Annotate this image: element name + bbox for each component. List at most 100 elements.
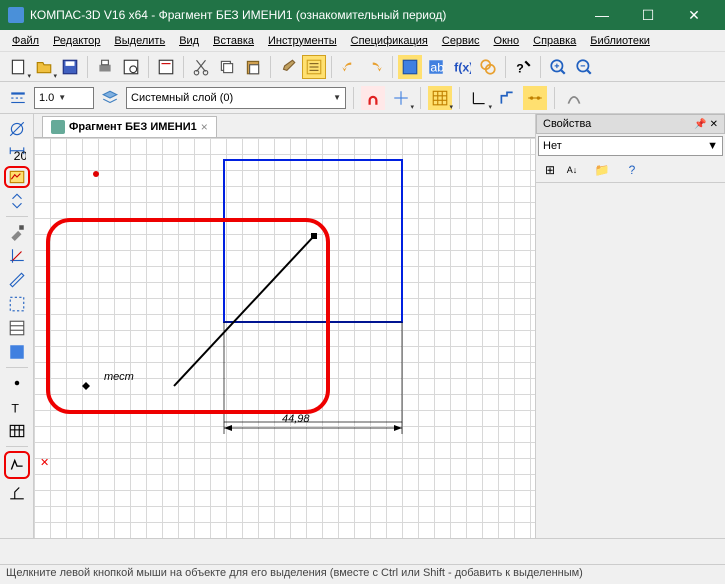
menu-insert[interactable]: Вставка (207, 33, 260, 49)
minimize-button[interactable]: — (579, 0, 625, 30)
notes-button[interactable] (302, 55, 326, 79)
maximize-button[interactable]: ☐ (625, 0, 671, 30)
doc-tab-label: Фрагмент БЕЗ ИМЕНИ1 (69, 121, 197, 133)
doc-tab-close[interactable]: × (201, 120, 208, 134)
secondary-toolbar: 1.0 ▼ Системный слой (0) ▼ ▾ ▾ ▾ (0, 82, 725, 114)
tool-edit[interactable] (4, 190, 30, 212)
zoomout-button[interactable] (572, 55, 596, 79)
snap-settings-button[interactable]: ▾ (389, 86, 413, 110)
panel-toolbar: ⊞ A↓ 📁 ? (536, 158, 725, 183)
svg-text:?: ? (516, 61, 524, 75)
drawing-canvas[interactable]: тест 44,98 ✕ (34, 138, 535, 538)
close-button[interactable]: ✕ (671, 0, 717, 30)
tool-params[interactable] (4, 245, 30, 267)
tool-select[interactable] (4, 293, 30, 315)
drawing-content: тест 44,98 ✕ (34, 138, 534, 538)
document-tabs: Фрагмент БЕЗ ИМЕНИ1 × (34, 114, 535, 138)
menu-window[interactable]: Окно (488, 33, 526, 49)
panel-cat-icon[interactable]: ⊞ (540, 160, 560, 180)
menu-select[interactable]: Выделить (108, 33, 171, 49)
grid-button[interactable]: ▾ (428, 86, 452, 110)
drawing-text: тест (104, 371, 134, 383)
panel-pin-icon[interactable]: 📌 ✕ (694, 119, 718, 130)
svg-text:✕: ✕ (40, 457, 49, 469)
tool-spec[interactable] (4, 317, 30, 339)
properties-button[interactable] (154, 55, 178, 79)
left-toolbar: 20 T (0, 114, 34, 538)
paste-button[interactable] (241, 55, 265, 79)
tool-text[interactable]: T (4, 396, 30, 418)
status-text: Щелкните левой кнопкой мыши на объекте д… (6, 567, 583, 579)
vars-button[interactable]: ab (424, 55, 448, 79)
tool-roughness[interactable] (4, 451, 30, 479)
work-area: 20 T Фрагмент БЕЗ ИМЕНИ1 × (0, 114, 725, 538)
brush-button[interactable] (276, 55, 300, 79)
status-bar: Щелкните левой кнопкой мыши на объекте д… (0, 564, 725, 584)
panel-object-combo[interactable]: Нет ▼ (538, 136, 723, 156)
linewidth-combo[interactable]: 1.0 ▼ (34, 87, 94, 109)
coord-button[interactable]: ▾ (467, 86, 491, 110)
command-bar[interactable] (0, 538, 725, 564)
preview-button[interactable] (119, 55, 143, 79)
app-icon (8, 7, 24, 23)
menu-service[interactable]: Сервис (436, 33, 486, 49)
menu-edit[interactable]: Редактор (47, 33, 106, 49)
canvas-area: Фрагмент БЕЗ ИМЕНИ1 × тест (34, 114, 535, 538)
open-button[interactable]: ▾ (32, 55, 56, 79)
panel-help-icon[interactable]: ? (622, 160, 642, 180)
svg-text:f(x): f(x) (454, 60, 471, 74)
new-button[interactable]: ▾ (6, 55, 30, 79)
title-bar: КОМПАС-3D V16 x64 - Фрагмент БЕЗ ИМЕНИ1 … (0, 0, 725, 30)
undo-button[interactable] (337, 55, 361, 79)
dimension-value: 44,98 (282, 413, 310, 425)
layers-button[interactable] (98, 86, 122, 110)
panel-header: Свойства 📌 ✕ (536, 114, 725, 134)
menu-tools[interactable]: Инструменты (262, 33, 343, 49)
svg-text:T: T (11, 402, 19, 416)
menu-spec[interactable]: Спецификация (345, 33, 434, 49)
print-button[interactable] (93, 55, 117, 79)
menu-view[interactable]: Вид (173, 33, 205, 49)
style-button[interactable] (562, 86, 586, 110)
layer-combo[interactable]: Системный слой (0) ▼ (126, 87, 346, 109)
svg-text:ab: ab (430, 60, 444, 74)
tool-report[interactable] (4, 341, 30, 363)
save-button[interactable] (58, 55, 82, 79)
tool-dimensions[interactable]: 20 (4, 142, 30, 164)
tool-measure[interactable] (4, 269, 30, 291)
libmgr-button[interactable] (398, 55, 422, 79)
panel-folder-icon[interactable]: 📁 (592, 160, 612, 180)
zoomin-button[interactable] (546, 55, 570, 79)
menu-help[interactable]: Справка (527, 33, 582, 49)
doc-tab-1[interactable]: Фрагмент БЕЗ ИМЕНИ1 × (42, 116, 217, 137)
tool-geometry[interactable] (4, 118, 30, 140)
fx-button[interactable]: f(x) (450, 55, 474, 79)
properties-panel: Свойства 📌 ✕ Нет ▼ ⊞ A↓ 📁 ? (535, 114, 725, 538)
linetype-button[interactable] (6, 86, 30, 110)
redo-button[interactable] (363, 55, 387, 79)
ortho-button[interactable] (495, 86, 519, 110)
copy-button[interactable] (215, 55, 239, 79)
doc-icon (51, 120, 65, 134)
snap-button[interactable] (361, 86, 385, 110)
tool-table[interactable] (4, 420, 30, 442)
layer-value: Системный слой (0) (131, 92, 233, 104)
linewidth-value: 1.0 (39, 92, 54, 104)
main-toolbar: ▾ ▾ ab f(x) ? (0, 52, 725, 82)
window-title: КОМПАС-3D V16 x64 - Фрагмент БЕЗ ИМЕНИ1 … (30, 8, 579, 22)
help-button[interactable]: ? (511, 55, 535, 79)
svg-text:20: 20 (13, 149, 25, 162)
tool-hammer[interactable] (4, 221, 30, 243)
menu-file[interactable]: Файл (6, 33, 45, 49)
panel-title: Свойства (543, 118, 591, 130)
panel-az-icon[interactable]: A↓ (562, 160, 582, 180)
menu-bar: Файл Редактор Выделить Вид Вставка Инстр… (0, 30, 725, 52)
calc-button[interactable] (476, 55, 500, 79)
cut-button[interactable] (189, 55, 213, 79)
tool-base[interactable] (4, 481, 30, 503)
panel-combo-value: Нет (543, 140, 562, 152)
tool-annotations[interactable] (4, 166, 30, 188)
menu-libs[interactable]: Библиотеки (584, 33, 656, 49)
round-button[interactable] (523, 86, 547, 110)
tool-point[interactable] (4, 372, 30, 394)
